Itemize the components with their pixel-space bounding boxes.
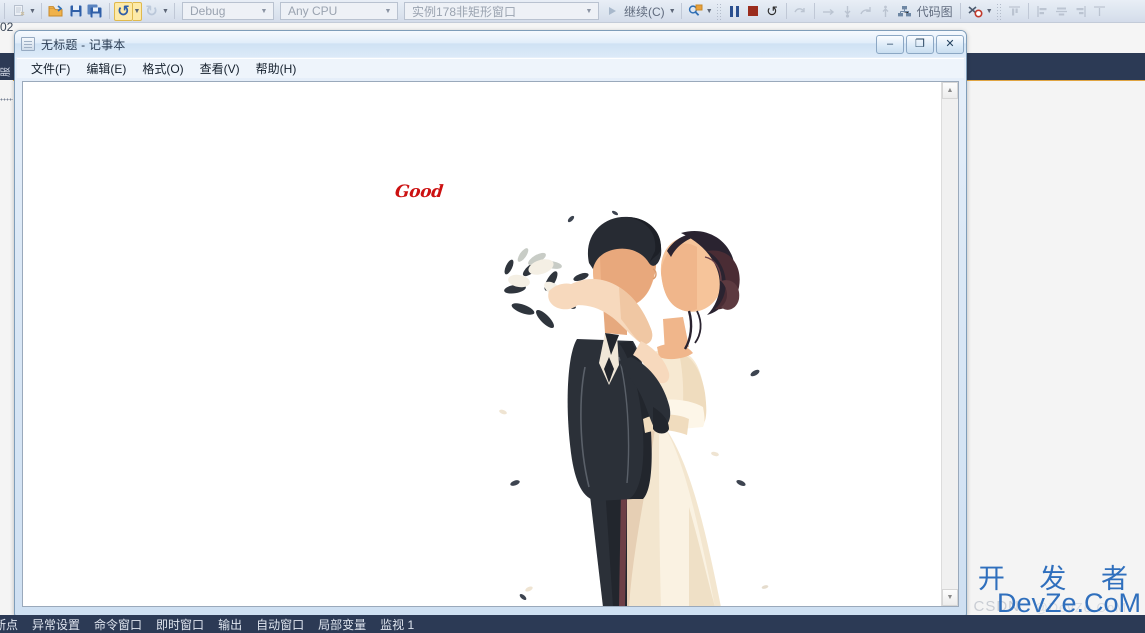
watermark-english: DevZe.CoM xyxy=(996,588,1141,618)
chevron-down-icon[interactable]: ▼ xyxy=(582,8,596,15)
solution-configuration-select[interactable]: Debug ▼ xyxy=(182,2,274,20)
good-text: Good xyxy=(393,182,444,202)
left-docked-tab[interactable]: 服 xyxy=(0,53,13,80)
panel-grip[interactable] xyxy=(0,98,13,101)
toolbar-separator xyxy=(1027,3,1029,19)
restore-button[interactable]: ❐ xyxy=(906,34,934,54)
notepad-titlebar[interactable]: 无标题 - 记事本 – ❐ ✕ xyxy=(15,31,966,57)
menu-view[interactable]: 查看(V) xyxy=(192,59,248,78)
notepad-vertical-scrollbar[interactable]: ▲ ▼ xyxy=(941,82,958,606)
redo-caret-icon[interactable]: ▼ xyxy=(161,2,170,21)
visual-studio-toolbar: ▼ ↺ ▼ ↻ ▼ Debug ▼ Any CPU ▼ 实例178非矩形窗口 ▼ xyxy=(0,0,1145,23)
menu-help[interactable]: 帮助(H) xyxy=(248,59,305,78)
show-next-statement-icon[interactable] xyxy=(791,2,810,21)
menu-file[interactable]: 文件(F) xyxy=(23,59,78,78)
undo-caret-icon[interactable]: ▼ xyxy=(133,1,142,21)
step-over-icon[interactable] xyxy=(819,2,838,21)
bottom-tab-exception-settings[interactable]: 异常设置 xyxy=(25,616,87,633)
step-into-icon[interactable] xyxy=(838,2,857,21)
no-break-caret-icon[interactable]: ▼ xyxy=(985,2,994,21)
codemap-label[interactable]: 代码图 xyxy=(914,3,956,20)
notepad-menubar: 文件(F) 编辑(E) 格式(O) 查看(V) 帮助(H) xyxy=(17,58,964,78)
left-docked-tab-label: 服 xyxy=(1,67,12,77)
notepad-icon xyxy=(21,37,35,51)
step-up-icon[interactable] xyxy=(876,2,895,21)
toolbar-separator xyxy=(680,3,682,19)
codemap-icon[interactable] xyxy=(895,2,914,21)
save-all-icon[interactable] xyxy=(85,2,105,21)
toolbar-separator xyxy=(174,3,175,19)
bottom-tab-watch-1[interactable]: 监视 1 xyxy=(373,616,421,633)
solution-platform-select[interactable]: Any CPU ▼ xyxy=(280,2,398,20)
startup-project-value: 实例178非矩形窗口 xyxy=(412,4,517,19)
chevron-down-icon[interactable]: ▼ xyxy=(257,8,271,15)
toolbar-separator xyxy=(4,3,5,19)
bottom-tab-locals[interactable]: 局部变量 xyxy=(311,616,373,633)
bottom-tab-autos[interactable]: 自动窗口 xyxy=(249,616,311,633)
minimize-button[interactable]: – xyxy=(876,34,904,54)
continue-button-label[interactable]: 继续(C) xyxy=(621,3,668,20)
window-controls: – ❐ ✕ xyxy=(876,34,964,54)
restart-icon[interactable]: ↺ xyxy=(763,2,782,21)
notepad-title: 无标题 - 记事本 xyxy=(41,37,126,52)
toolbar-separator xyxy=(785,3,787,19)
new-item-caret-icon[interactable]: ▼ xyxy=(28,2,37,21)
solution-platform-value: Any CPU xyxy=(288,4,338,18)
menu-edit[interactable]: 编辑(E) xyxy=(78,59,134,78)
toolbar-separator xyxy=(41,3,42,19)
wedding-couple-illustration xyxy=(493,207,793,606)
notepad-client-area: Good ▲ ▼ xyxy=(22,81,959,607)
align-left-icon[interactable] xyxy=(1033,2,1052,21)
save-icon[interactable] xyxy=(66,2,85,21)
scroll-down-icon[interactable]: ▼ xyxy=(942,589,958,606)
bottom-tab-output[interactable]: 输出 xyxy=(211,616,249,633)
align-middle-icon[interactable] xyxy=(1090,2,1109,21)
stop-icon[interactable] xyxy=(744,2,763,21)
toolbar-separator xyxy=(109,3,110,19)
toolbar-separator xyxy=(813,3,815,19)
solution-configuration-value: Debug xyxy=(190,4,226,18)
align-right-icon[interactable] xyxy=(1071,2,1090,21)
no-break-icon[interactable] xyxy=(965,2,985,21)
toolbar-grip[interactable] xyxy=(715,2,723,20)
notepad-window[interactable]: 无标题 - 记事本 – ❐ ✕ 文件(F) 编辑(E) 格式(O) 查看(V) … xyxy=(14,30,967,616)
devze-watermark: 开 发 者 DevZe.CoM xyxy=(978,566,1141,617)
continue-play-icon[interactable] xyxy=(602,2,621,21)
toolbar-separator xyxy=(959,3,961,19)
find-caret-icon[interactable]: ▼ xyxy=(705,2,714,21)
left-partial-number: 02 xyxy=(0,20,14,34)
bottom-tab-immediate-window[interactable]: 即时窗口 xyxy=(149,616,211,633)
menu-format[interactable]: 格式(O) xyxy=(134,59,191,78)
redo-icon[interactable]: ↻ xyxy=(142,2,161,21)
pause-icon[interactable] xyxy=(725,2,744,21)
notepad-text-area[interactable]: Good xyxy=(23,82,941,606)
chevron-down-icon[interactable]: ▼ xyxy=(381,8,395,15)
close-button[interactable]: ✕ xyxy=(936,34,964,54)
startup-project-select[interactable]: 实例178非矩形窗口 ▼ xyxy=(404,2,599,20)
find-icon[interactable] xyxy=(686,2,705,21)
undo-icon[interactable]: ↺ xyxy=(114,1,133,21)
toolbar-grip[interactable] xyxy=(995,2,1003,20)
bottom-tab-command-window[interactable]: 命令窗口 xyxy=(87,616,149,633)
continue-caret-icon[interactable]: ▼ xyxy=(668,2,677,21)
step-out-icon[interactable] xyxy=(857,2,876,21)
align-center-icon[interactable] xyxy=(1052,2,1071,21)
ide-bottom-tabs: 断点 异常设置 命令窗口 即时窗口 输出 自动窗口 局部变量 监视 1 xyxy=(0,615,1145,633)
bottom-tab-breakpoints[interactable]: 断点 xyxy=(0,616,25,633)
new-item-icon[interactable] xyxy=(9,2,28,21)
open-folder-icon[interactable] xyxy=(46,2,66,21)
align-tops-icon[interactable] xyxy=(1005,2,1024,21)
scroll-up-icon[interactable]: ▲ xyxy=(942,82,958,99)
